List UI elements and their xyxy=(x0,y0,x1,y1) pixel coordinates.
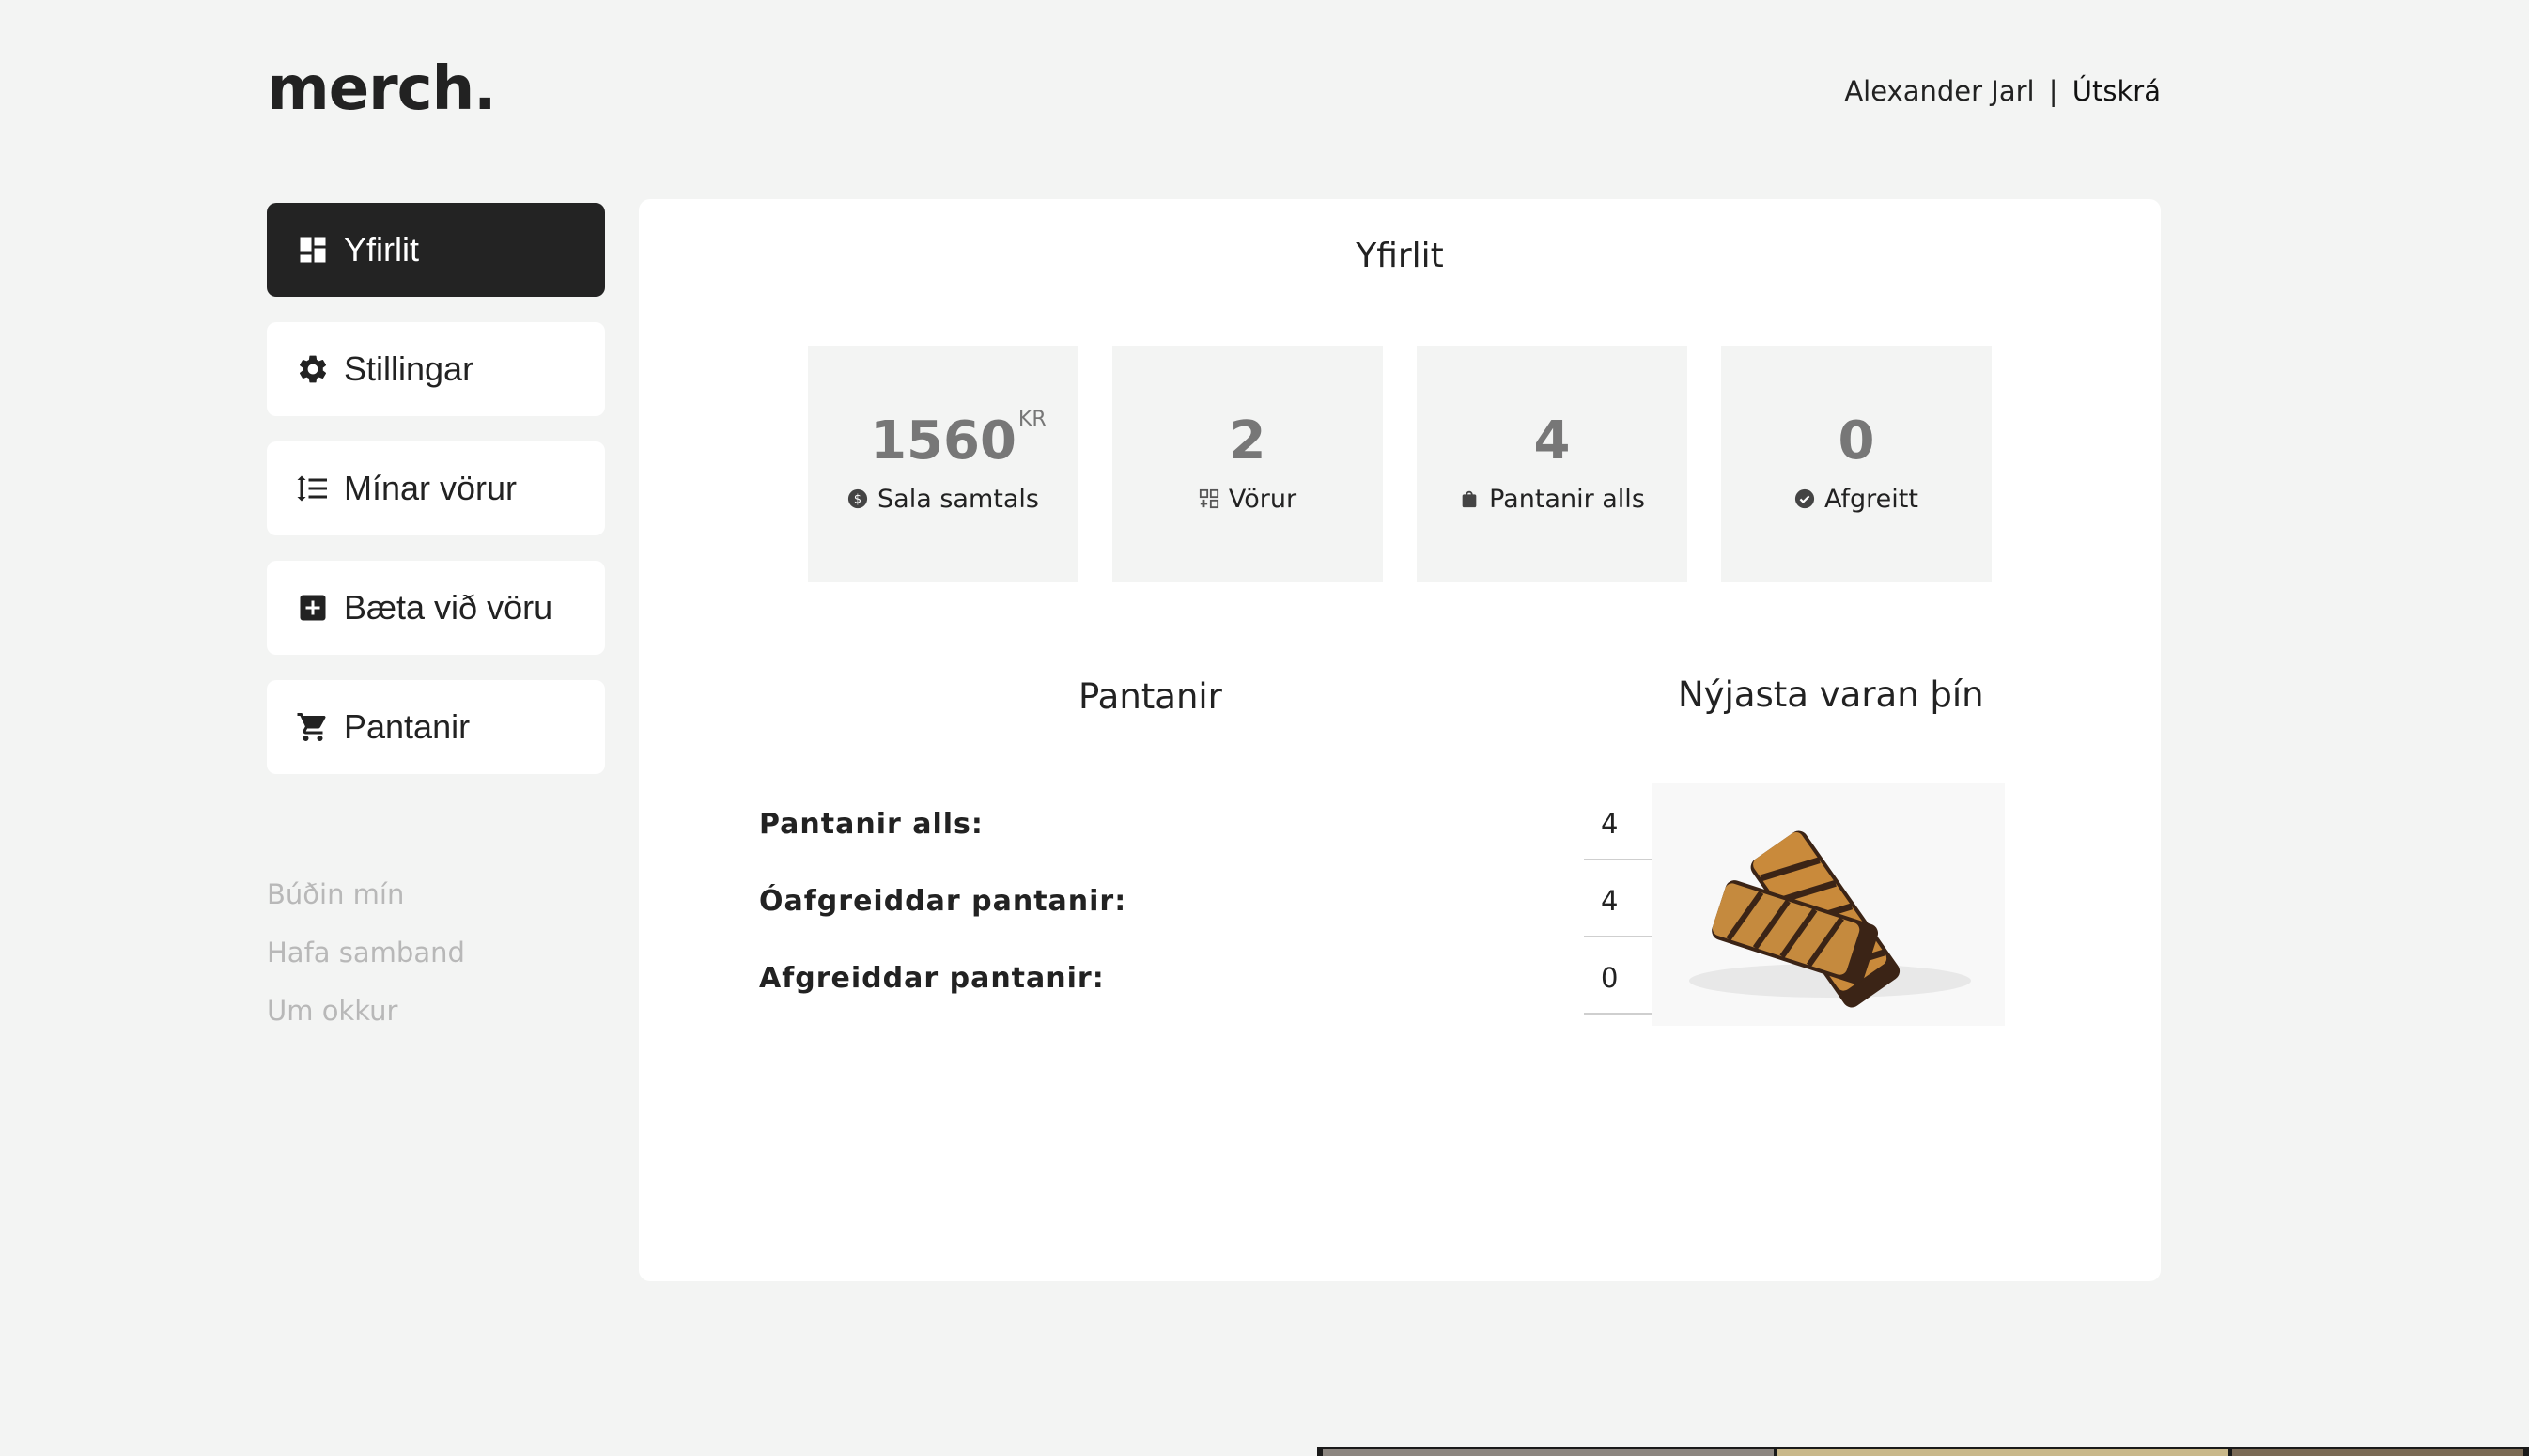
cart-icon xyxy=(295,709,331,745)
sidebar-item-pantanir[interactable]: Pantanir xyxy=(267,680,605,774)
thumbnail[interactable] xyxy=(2232,1449,2523,1456)
footer-link-hafa-samband[interactable]: Hafa samband xyxy=(267,937,465,968)
sidebar-item-label: Mínar vörur xyxy=(344,469,518,507)
orders-row-total: Pantanir alls: 4 xyxy=(759,785,1678,862)
thumbnail[interactable] xyxy=(1777,1449,2228,1456)
stat-value: 2 xyxy=(1229,410,1266,472)
sort-list-icon xyxy=(295,471,331,506)
newest-product-image[interactable] xyxy=(1652,783,2005,1026)
stat-card-sales: 1560 KR $ Sala samtals xyxy=(808,346,1078,582)
sidebar-item-label: Yfirlit xyxy=(344,230,419,269)
user-separator: | xyxy=(2048,75,2058,107)
page-title: Yfirlit xyxy=(1356,237,1444,275)
user-bar: Alexander Jarl | Útskrá xyxy=(1844,75,2161,107)
footer-links: Búðin mín Hafa samband Um okkur xyxy=(267,878,465,1053)
stat-card-orders: 4 Pantanir alls xyxy=(1417,346,1687,582)
stat-label: Vörur xyxy=(1199,485,1296,514)
check-circle-icon xyxy=(1794,488,1815,509)
gear-icon xyxy=(295,351,331,387)
logout-link[interactable]: Útskrá xyxy=(2072,75,2161,107)
stat-unit: KR xyxy=(1017,407,1047,431)
chocolate-granola-bar-image xyxy=(1689,830,1971,1008)
footer-link-budin-min[interactable]: Búðin mín xyxy=(267,878,465,910)
dashboard-icon xyxy=(295,232,331,268)
plus-square-icon xyxy=(295,590,331,626)
stat-label: $ Sala samtals xyxy=(847,485,1039,514)
products-grid-icon xyxy=(1199,488,1219,509)
bag-icon xyxy=(1459,488,1480,509)
bottom-thumbnail-strip xyxy=(1317,1447,2529,1456)
orders-row-pending: Óafgreiddar pantanir: 4 xyxy=(759,862,1678,939)
stat-card-products: 2 Vörur xyxy=(1112,346,1383,582)
sidebar-nav: Yfirlit Stillingar Mínar vörur Bæta við … xyxy=(267,203,605,799)
orders-row-label: Óafgreiddar pantanir: xyxy=(759,885,1127,918)
overview-panel: Yfirlit 1560 KR $ Sala samtals 2 Vörur 4… xyxy=(639,199,2161,1281)
sidebar-item-minar-vorur[interactable]: Mínar vörur xyxy=(267,441,605,535)
stat-label: Pantanir alls xyxy=(1459,485,1645,514)
sidebar-item-yfirlit[interactable]: Yfirlit xyxy=(267,203,605,297)
stat-value: 1560 KR xyxy=(870,407,1047,472)
logo[interactable]: merch. xyxy=(267,54,496,124)
dollar-circle-icon: $ xyxy=(847,488,868,509)
stat-card-completed: 0 Afgreitt xyxy=(1721,346,1992,582)
sidebar-item-stillingar[interactable]: Stillingar xyxy=(267,322,605,416)
stat-value: 4 xyxy=(1533,410,1571,472)
footer-link-um-okkur[interactable]: Um okkur xyxy=(267,995,465,1027)
sidebar-item-baeta-vid-voru[interactable]: Bæta við vöru xyxy=(267,561,605,655)
orders-row-label: Pantanir alls: xyxy=(759,808,984,841)
sidebar-item-label: Stillingar xyxy=(344,349,474,388)
newest-product-heading: Nýjasta varan þín xyxy=(1678,674,1984,715)
sidebar-item-label: Bæta við vöru xyxy=(344,588,553,627)
thumbnail[interactable] xyxy=(1323,1449,1774,1456)
orders-heading: Pantanir xyxy=(1078,676,1222,717)
user-name: Alexander Jarl xyxy=(1844,75,2035,107)
stats-row: 1560 KR $ Sala samtals 2 Vörur 4 Pantani… xyxy=(808,346,1992,582)
orders-row-completed: Afgreiddar pantanir: 0 xyxy=(759,939,1678,1016)
svg-text:$: $ xyxy=(854,493,861,507)
stat-label: Afgreitt xyxy=(1794,485,1918,514)
orders-row-label: Afgreiddar pantanir: xyxy=(759,962,1105,995)
stat-value: 0 xyxy=(1838,410,1875,472)
sidebar-item-label: Pantanir xyxy=(344,707,471,746)
